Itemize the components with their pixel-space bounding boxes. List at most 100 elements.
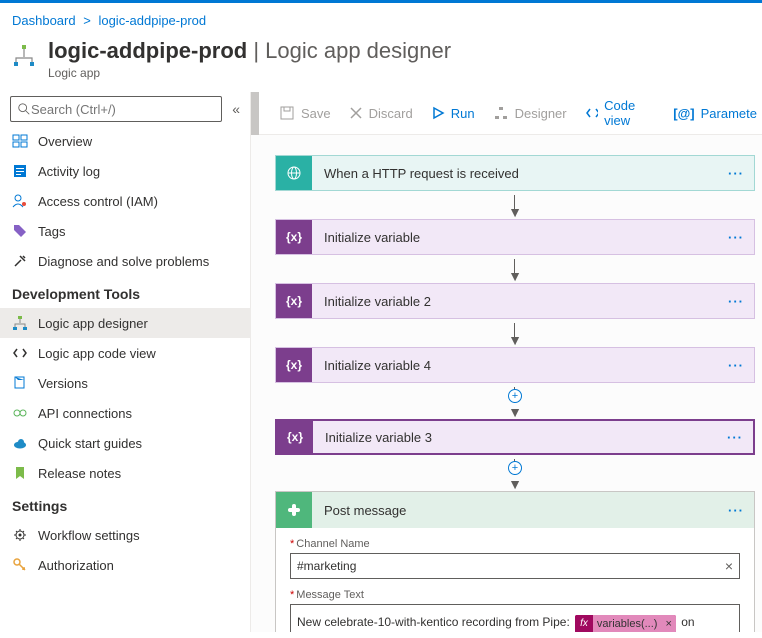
log-icon — [12, 163, 28, 179]
code-tb-icon — [585, 105, 598, 121]
nav-label: API connections — [38, 406, 132, 421]
nav-section-settings: Settings — [0, 488, 250, 520]
step-http-trigger[interactable]: When a HTTP request is received ··· — [275, 155, 755, 191]
nav-label: Logic app code view — [38, 346, 156, 361]
flow-arrow-plus: + ▼ — [508, 459, 522, 487]
nav-quickstart[interactable]: Quick start guides — [0, 428, 250, 458]
discard-button[interactable]: Discard — [349, 106, 413, 121]
step-title: Initialize variable — [312, 230, 718, 245]
channel-value: #marketing — [297, 559, 356, 573]
iam-icon — [12, 193, 28, 209]
resource-type-label: Logic app — [48, 66, 451, 80]
step-title: Initialize variable 3 — [313, 430, 717, 445]
slack-icon — [276, 492, 312, 528]
api-icon — [12, 405, 28, 421]
msg-text: on — [681, 615, 694, 629]
save-button[interactable]: Save — [279, 105, 331, 121]
nav-label: Release notes — [38, 466, 121, 481]
run-button[interactable]: Run — [431, 106, 475, 121]
versions-icon — [12, 375, 28, 391]
breadcrumb-dashboard[interactable]: Dashboard — [12, 13, 76, 28]
nav-overview[interactable]: Overview — [0, 126, 250, 156]
run-icon — [431, 106, 445, 120]
designer-icon — [12, 315, 28, 331]
flow-arrow: ▼ — [508, 323, 522, 343]
designer-button[interactable]: Designer — [493, 105, 567, 121]
nav-activity-log[interactable]: Activity log — [0, 156, 250, 186]
nav-label: Workflow settings — [38, 528, 140, 543]
nav-authorization[interactable]: Authorization — [0, 550, 250, 580]
breadcrumb: Dashboard > logic-addpipe-prod — [0, 3, 762, 34]
nav-section-dev: Development Tools — [0, 276, 250, 308]
variable-icon: {x} — [276, 348, 312, 382]
step-init-var-4[interactable]: {x} Initialize variable 4 ··· — [275, 347, 755, 383]
nav-label: Quick start guides — [38, 436, 142, 451]
nav-tags[interactable]: Tags — [0, 216, 250, 246]
tag-icon — [12, 223, 28, 239]
msg-text: New celebrate-10-with-kentico recording … — [297, 615, 570, 629]
http-icon — [276, 156, 312, 190]
breadcrumb-resource[interactable]: logic-addpipe-prod — [98, 13, 206, 28]
add-step-button[interactable]: + — [508, 461, 522, 475]
step-init-var-2[interactable]: {x} Initialize variable 2 ··· — [275, 283, 755, 319]
step-menu-button[interactable]: ··· — [718, 166, 754, 181]
code-view-button[interactable]: Code view — [585, 98, 656, 128]
message-text-label: *Message Text — [290, 589, 740, 601]
params-icon: [@] — [673, 106, 694, 121]
nav-label: Tags — [38, 224, 65, 239]
message-text-input[interactable]: New celebrate-10-with-kentico recording … — [290, 604, 740, 632]
step-menu-button[interactable]: ··· — [718, 503, 754, 518]
key-icon — [12, 557, 28, 573]
step-menu-button[interactable]: ··· — [717, 430, 753, 445]
code-icon — [12, 345, 28, 361]
expression-token[interactable]: fxvariables(...)× — [575, 615, 676, 632]
nav-label: Overview — [38, 134, 92, 149]
add-step-button[interactable]: + — [508, 389, 522, 403]
channel-name-label: *Channel Name — [290, 538, 740, 550]
search-field[interactable] — [31, 102, 215, 117]
step-post-message[interactable]: Post message ··· *Channel Name #marketin… — [275, 491, 755, 632]
search-icon — [17, 102, 31, 116]
nav-diagnose[interactable]: Diagnose and solve problems — [0, 246, 250, 276]
step-title: Initialize variable 4 — [312, 358, 718, 373]
gear-icon — [12, 527, 28, 543]
collapse-sidebar-button[interactable]: « — [232, 101, 240, 117]
nav-access-control[interactable]: Access control (IAM) — [0, 186, 250, 216]
step-menu-button[interactable]: ··· — [718, 294, 754, 309]
save-icon — [279, 105, 295, 121]
search-input[interactable] — [10, 96, 222, 122]
post-message-body: *Channel Name #marketing × *Message Text… — [276, 528, 754, 632]
flow-arrow: ▼ — [508, 195, 522, 215]
nav-label: Logic app designer — [38, 316, 148, 331]
nav-api-connections[interactable]: API connections — [0, 398, 250, 428]
parameters-button[interactable]: [@] Paramete — [673, 106, 757, 121]
flow-arrow-plus: + ▼ — [508, 387, 522, 415]
nav-label: Activity log — [38, 164, 100, 179]
logic-app-icon — [12, 44, 36, 68]
content-pane: Save Discard Run Designer Code view [@] … — [251, 92, 762, 632]
nav-versions[interactable]: Versions — [0, 368, 250, 398]
variable-icon: {x} — [277, 421, 313, 453]
nav-logic-app-designer[interactable]: Logic app designer — [0, 308, 250, 338]
nav-workflow-settings[interactable]: Workflow settings — [0, 520, 250, 550]
step-menu-button[interactable]: ··· — [718, 230, 754, 245]
bookmark-icon — [12, 465, 28, 481]
post-message-header[interactable]: Post message ··· — [276, 492, 754, 528]
clear-channel-button[interactable]: × — [725, 558, 733, 574]
designer-tb-icon — [493, 105, 509, 121]
channel-name-input[interactable]: #marketing × — [290, 553, 740, 579]
breadcrumb-separator: > — [83, 13, 91, 28]
discard-icon — [349, 106, 363, 120]
step-menu-button[interactable]: ··· — [718, 358, 754, 373]
designer-canvas[interactable]: When a HTTP request is received ··· ▼ {x… — [251, 135, 762, 632]
step-title: Post message — [312, 503, 718, 518]
page-header: logic-addpipe-prod | Logic app designer … — [0, 34, 762, 92]
nav-code-view[interactable]: Logic app code view — [0, 338, 250, 368]
nav-label: Versions — [38, 376, 88, 391]
variable-icon: {x} — [276, 284, 312, 318]
step-init-var-1[interactable]: {x} Initialize variable ··· — [275, 219, 755, 255]
nav-release-notes[interactable]: Release notes — [0, 458, 250, 488]
step-init-var-3[interactable]: {x} Initialize variable 3 ··· — [275, 419, 755, 455]
step-title: Initialize variable 2 — [312, 294, 718, 309]
sidebar: « Overview Activity log Access control (… — [0, 92, 251, 632]
